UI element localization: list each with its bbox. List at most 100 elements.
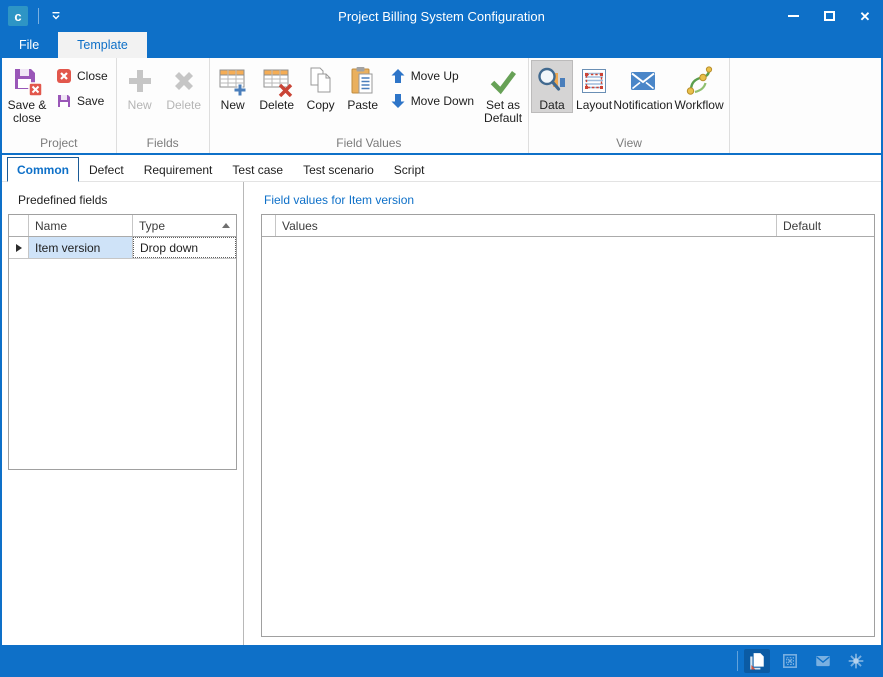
workflow-icon [847, 652, 865, 670]
move-up-button[interactable]: Move Up [384, 65, 480, 87]
row-indicator-cell [9, 237, 29, 258]
column-header-values[interactable]: Values [276, 215, 777, 236]
title-bar: c Project Billing System Configuration ✕ [0, 0, 883, 32]
cell-name[interactable]: Item version [29, 237, 133, 258]
tab-requirement[interactable]: Requirement [134, 157, 223, 182]
tab-test-scenario[interactable]: Test scenario [293, 157, 384, 182]
app-window: c Project Billing System Configuration ✕… [0, 0, 883, 677]
new-field-button[interactable]: New [119, 60, 161, 113]
notification-icon [814, 652, 832, 670]
table-new-icon [217, 65, 249, 97]
set-as-default-button[interactable]: Set as Default [480, 60, 526, 126]
row-indicator-header [9, 215, 29, 236]
cell-type[interactable]: Drop down [133, 237, 236, 258]
ribbon-group-view: Data Layout [529, 58, 730, 153]
sort-ascending-icon [222, 223, 230, 228]
app-icon[interactable]: c [8, 6, 28, 26]
minimize-button[interactable] [775, 0, 811, 32]
grid-header-row: Values Default [262, 215, 874, 237]
save-icon [56, 93, 72, 109]
delete-value-button[interactable]: Delete [254, 60, 300, 113]
move-down-button[interactable]: Move Down [384, 90, 480, 112]
ribbon: Save & close Close [2, 58, 881, 155]
tab-script[interactable]: Script [384, 157, 435, 182]
maximize-button[interactable] [811, 0, 847, 32]
table-row: Item version Drop down [9, 237, 236, 259]
column-header-name[interactable]: Name [29, 215, 133, 236]
move-down-icon [390, 93, 406, 109]
view-data-button[interactable]: Data [531, 60, 573, 113]
view-layout-label: Layout [576, 99, 612, 112]
close-red-icon [56, 68, 72, 84]
view-workflow-button[interactable]: Workflow [671, 60, 727, 113]
group-caption-project: Project [4, 135, 114, 153]
notification-view-icon [627, 65, 659, 97]
save-label: Save [77, 94, 104, 108]
delete-value-label: Delete [259, 99, 294, 112]
copy-label: Copy [307, 99, 335, 112]
view-workflow-label: Workflow [674, 99, 723, 112]
document-tab-strip: Common Defect Requirement Test case Test… [2, 155, 881, 182]
paste-button[interactable]: Paste [342, 60, 384, 113]
status-bar [0, 645, 883, 677]
close-project-button[interactable]: Close [50, 65, 114, 87]
statusbar-data-button[interactable] [744, 649, 770, 673]
minimize-icon [788, 15, 799, 17]
tab-test-case[interactable]: Test case [222, 157, 293, 182]
data-view-icon [536, 65, 568, 97]
view-notification-label: Notification [613, 99, 672, 112]
predefined-fields-panel: Predefined fields Name Type Item version [2, 182, 244, 645]
window-title: Project Billing System Configuration [0, 9, 883, 24]
paste-icon [347, 65, 379, 97]
predefined-fields-grid: Name Type Item version Drop down [8, 214, 237, 470]
quick-access-chevron-icon[interactable] [49, 9, 63, 23]
field-values-title: Field values for Item version [264, 193, 414, 207]
close-window-button[interactable]: ✕ [847, 0, 883, 32]
set-as-default-label: Set as Default [481, 99, 525, 125]
group-caption-field-values: Field Values [212, 135, 526, 153]
x-disabled-icon [168, 65, 200, 97]
save-button[interactable]: Save [50, 90, 114, 112]
move-up-icon [390, 68, 406, 84]
view-notification-button[interactable]: Notification [615, 60, 671, 113]
statusbar-workflow-button[interactable] [843, 649, 869, 673]
layout-icon [781, 652, 799, 670]
tab-defect[interactable]: Defect [79, 157, 134, 182]
ribbon-tab-file[interactable]: File [0, 32, 58, 58]
statusbar-layout-button[interactable] [777, 649, 803, 673]
tab-common[interactable]: Common [7, 157, 79, 182]
plus-disabled-icon [124, 65, 156, 97]
field-values-panel: Field values for Item version Values Def… [260, 182, 881, 645]
checkmark-icon [487, 65, 519, 97]
layout-view-icon [578, 65, 610, 97]
save-close-icon [11, 65, 43, 97]
copy-button[interactable]: Copy [300, 60, 342, 113]
data-pages-icon [748, 652, 766, 670]
group-caption-view: View [531, 135, 727, 153]
ribbon-group-project: Save & close Close [2, 58, 117, 153]
tab-page-common: Predefined fields Name Type Item version [2, 182, 881, 645]
ribbon-tab-row: File Template [0, 32, 883, 58]
view-data-label: Data [539, 99, 564, 112]
row-focus-arrow-icon [16, 244, 22, 252]
move-up-label: Move Up [411, 69, 459, 83]
save-and-close-button[interactable]: Save & close [4, 60, 50, 126]
delete-field-button[interactable]: Delete [161, 60, 207, 113]
grid-header-row: Name Type [9, 215, 236, 237]
statusbar-notification-button[interactable] [810, 649, 836, 673]
paste-label: Paste [347, 99, 378, 112]
view-layout-button[interactable]: Layout [573, 60, 615, 113]
close-label: Close [77, 69, 108, 83]
column-header-default[interactable]: Default [777, 215, 874, 236]
maximize-icon [824, 11, 835, 21]
new-value-button[interactable]: New [212, 60, 254, 113]
field-values-grid: Values Default [261, 214, 875, 637]
group-caption-fields: Fields [119, 135, 207, 153]
close-icon: ✕ [860, 10, 871, 23]
table-delete-icon [261, 65, 293, 97]
ribbon-group-fields: New Delete Fields [117, 58, 210, 153]
new-field-label: New [128, 99, 152, 112]
save-and-close-label: Save & close [5, 99, 49, 125]
column-header-type[interactable]: Type [133, 215, 236, 236]
ribbon-tab-template[interactable]: Template [58, 32, 147, 58]
